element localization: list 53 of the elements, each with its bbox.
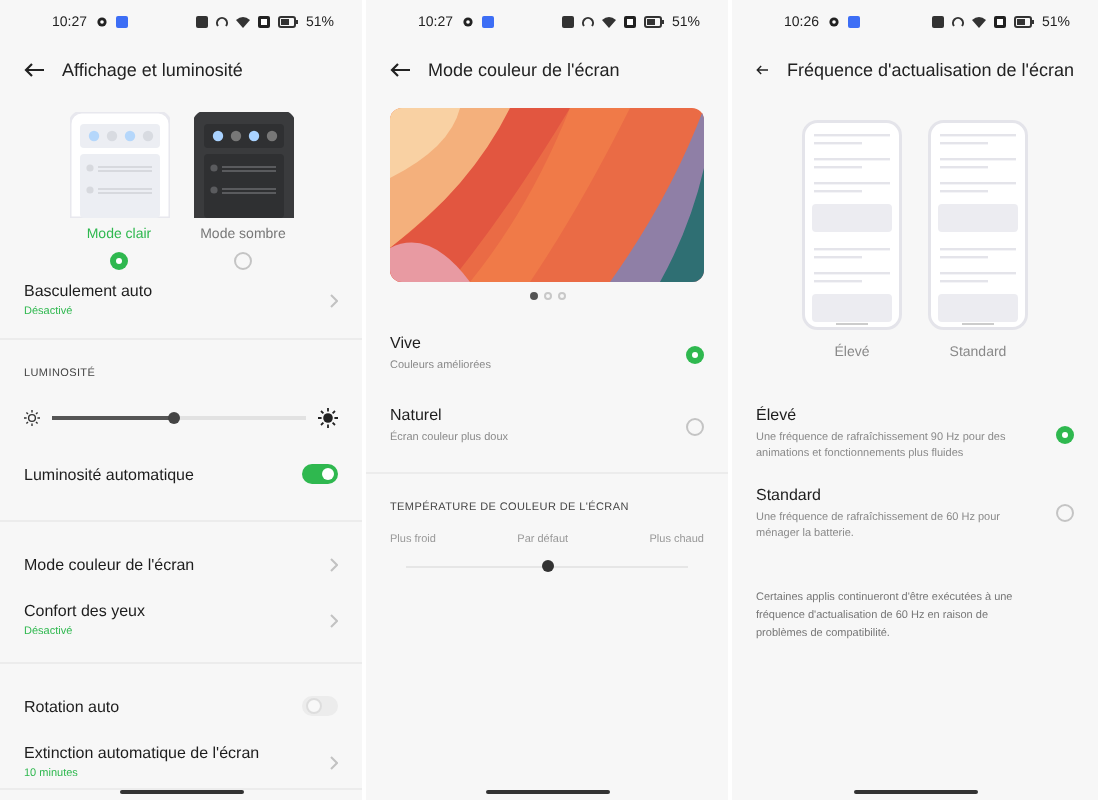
item-title: Confort des yeux xyxy=(24,602,147,620)
page-dot[interactable] xyxy=(529,292,537,300)
sun-icon xyxy=(318,408,338,428)
option-title: Vive xyxy=(390,334,423,352)
screen-title: Mode couleur de l'écran xyxy=(428,60,620,80)
gear-icon xyxy=(461,16,474,28)
back-icon[interactable] xyxy=(390,62,410,78)
item-title: Mode couleur de l'écran xyxy=(24,555,197,573)
home-indicator[interactable] xyxy=(119,790,243,794)
item-title: Luminosité automatique xyxy=(24,465,196,483)
battery-icon xyxy=(643,16,664,28)
chevron-icon xyxy=(330,557,338,571)
app-icon xyxy=(847,16,860,28)
option-title: Standard xyxy=(756,485,823,503)
radio-button[interactable] xyxy=(686,345,704,364)
back-icon[interactable] xyxy=(24,62,44,78)
chevron-icon xyxy=(330,293,338,307)
radio-button[interactable] xyxy=(686,417,704,436)
toggle-switch[interactable] xyxy=(302,464,338,484)
battery-icon xyxy=(1013,16,1034,28)
item-title: Extinction automatique de l'écran xyxy=(24,744,262,762)
sun-icon xyxy=(24,410,40,426)
item-title: Rotation auto xyxy=(24,697,122,715)
screen-title: Affichage et luminosité xyxy=(62,60,243,80)
battery-icon xyxy=(277,16,298,28)
settings-item[interactable]: Mode couleur de l'écran xyxy=(0,546,362,582)
radio-button[interactable] xyxy=(1056,425,1074,444)
radio-button[interactable] xyxy=(110,252,128,270)
app-icon xyxy=(481,16,494,28)
wifi-icon xyxy=(235,16,250,28)
gauge-icon xyxy=(581,16,594,28)
radio-button[interactable] xyxy=(1056,504,1074,523)
home-indicator[interactable] xyxy=(485,790,609,794)
gear-icon xyxy=(95,16,108,28)
chevron-icon xyxy=(330,613,338,627)
option-title: Élevé xyxy=(756,406,799,424)
screen-title: Fréquence d'actualisation de l'écran xyxy=(786,60,1074,80)
home-indicator[interactable] xyxy=(853,790,977,794)
gear-icon xyxy=(827,16,840,28)
toggle-switch[interactable] xyxy=(302,696,338,716)
item-title: Basculement auto xyxy=(24,282,155,300)
slider-thumb[interactable] xyxy=(541,559,553,571)
dark-theme-preview[interactable] xyxy=(193,112,293,218)
gauge-icon xyxy=(951,16,964,28)
back-icon[interactable] xyxy=(756,62,769,78)
app-icon xyxy=(115,16,128,28)
option-title: Naturel xyxy=(390,406,444,425)
wifi-icon xyxy=(601,16,616,28)
radio-button[interactable] xyxy=(234,252,252,270)
light-theme-preview[interactable] xyxy=(69,112,169,218)
gauge-icon xyxy=(215,16,228,28)
chevron-icon xyxy=(330,755,338,769)
wifi-icon xyxy=(971,16,986,28)
